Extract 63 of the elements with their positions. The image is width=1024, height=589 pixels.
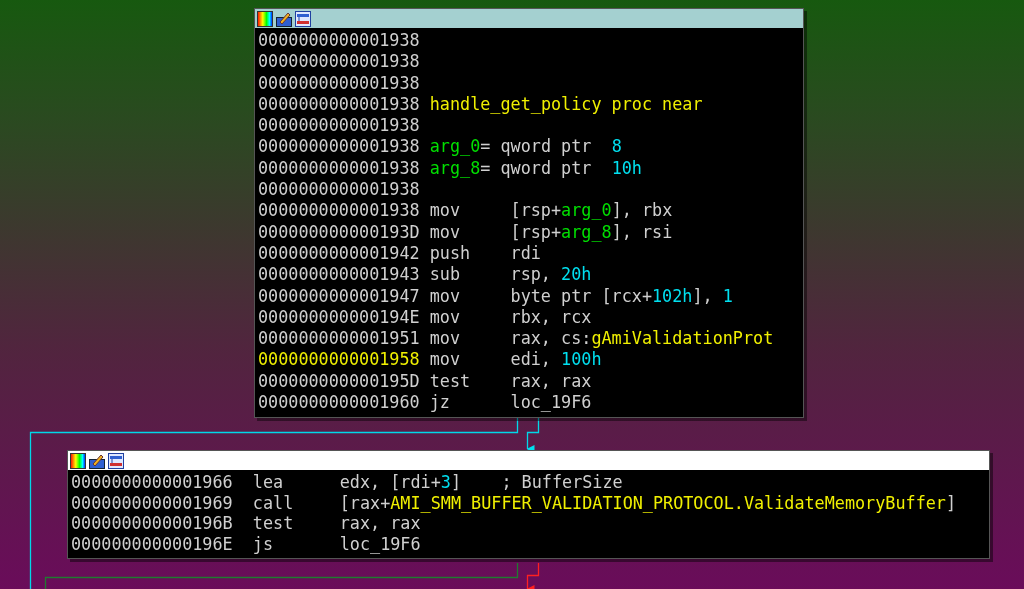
operand-text: rax, cs:gAmiValidationProt (510, 328, 774, 350)
operand-text: loc_19F6 (339, 533, 421, 554)
operand-text: rax, rax (339, 513, 421, 534)
operand-text: rsp, 20h (510, 264, 592, 286)
mnemonic: mov (429, 200, 462, 222)
operand-text: rbx, rcx (510, 306, 592, 329)
line-address: 0000000000001966 (71, 472, 233, 493)
operand-text: rdi (510, 242, 541, 265)
line-address: 0000000000001938 (258, 200, 420, 222)
line-address: 0000000000001969 (71, 492, 233, 513)
operand-text: byte ptr [rcx+102h], 1 (510, 285, 733, 307)
line-address: 0000000000001943 (258, 264, 420, 286)
line-address: 0000000000001938 (258, 30, 420, 52)
line-address: 0000000000001960 (258, 392, 420, 414)
graph-icon[interactable] (295, 10, 311, 27)
operand-text: [rax+AMI_SMM_BUFFER_VALIDATION_PROTOCOL.ValidateMemoryBuffer] (339, 492, 957, 513)
operand-text: handle_get_policy proc near (429, 93, 703, 116)
line-address: 0000000000001938 (258, 93, 420, 116)
mnemonic: mov (429, 349, 462, 371)
mnemonic: test (252, 513, 295, 534)
line-address: 0000000000001938 (258, 72, 420, 94)
mnemonic: mov (429, 306, 462, 329)
line-address: 0000000000001947 (258, 285, 420, 307)
mnemonic: call (252, 492, 295, 513)
mnemonic: push (429, 242, 472, 265)
line-address: 000000000000193D (258, 221, 420, 243)
edit-icon[interactable] (89, 452, 105, 469)
operand-text: arg_0= qword ptr 8 (429, 136, 622, 158)
operand-text: rax, rax (510, 370, 592, 393)
mnemonic: js (252, 533, 275, 554)
mnemonic: test (429, 370, 472, 393)
color-palette-icon[interactable] (70, 452, 86, 469)
mnemonic: mov (429, 285, 462, 307)
mnemonic: lea (252, 472, 285, 493)
line-address: 000000000000195D (258, 370, 420, 393)
mnemonic: sub (429, 264, 462, 286)
mnemonic: jz (429, 392, 451, 414)
operand-text: loc_19F6 (510, 392, 592, 414)
operand-text: arg_8= qword ptr 10h (429, 157, 642, 180)
line-address: 000000000000194E (258, 306, 420, 329)
operand-text: edx, [rdi+3] ; BufferSize (339, 472, 623, 493)
operand-text: edi, 100h (510, 349, 602, 371)
code-block[interactable]: 0000000000001966 lea edx, [rdi+3] ; BufferSize 0000000000001969 call [rax+AMI_SMM_BUFFER_VALIDATION_PROTOCOL.ValidateMemoryBuffer] 000000000000196B test rax, rax 000000000000196E js loc_19F6 (67, 450, 990, 559)
line-address: 0000000000001938 (258, 115, 420, 137)
line-address: 0000000000001938 (258, 136, 420, 158)
mnemonic: mov (429, 221, 462, 243)
line-address: 0000000000001942 (258, 242, 420, 265)
code-block[interactable] (254, 8, 804, 419)
line-address: 0000000000001958 (258, 349, 420, 371)
edge-arrow (526, 416, 540, 453)
line-address: 0000000000001938 (258, 179, 420, 201)
operand-text: [rsp+arg_8], rsi (510, 221, 673, 243)
line-address: 000000000000196E (71, 533, 233, 554)
operand-text: [rsp+arg_0], rbx (510, 200, 673, 222)
color-palette-icon[interactable] (257, 10, 273, 27)
line-address: 0000000000001938 (258, 157, 420, 180)
edge-arrow (526, 562, 540, 589)
line-address: 0000000000001938 (258, 51, 420, 73)
line-address: 0000000000001951 (258, 328, 420, 350)
graph-icon[interactable] (108, 452, 124, 469)
mnemonic: mov (429, 328, 462, 350)
edit-icon[interactable] (276, 10, 292, 27)
line-address: 000000000000196B (71, 513, 233, 534)
